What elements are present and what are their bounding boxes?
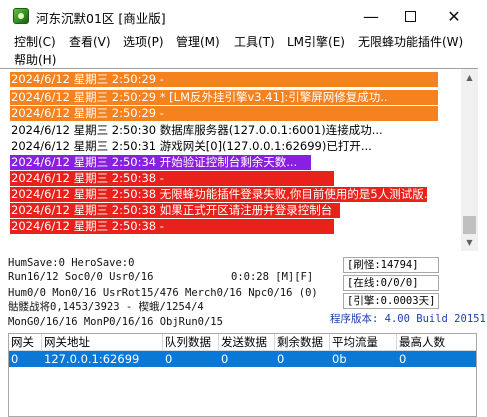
run-stats: Run16/12 Soc0/0 Usr0/16 — [8, 271, 154, 283]
save-stats: HumSave:0 HeroSave:0 — [8, 257, 135, 269]
log-line: 2024/6/12 星期三 2:50:38 - — [10, 219, 334, 234]
menu-view[interactable]: 查看(V) — [69, 34, 111, 50]
table-cell: 0 — [165, 352, 173, 366]
log-line: 2024/6/12 星期三 2:50:29 - — [10, 72, 438, 87]
log-line: 2024/6/12 星期三 2:50:38 - — [10, 171, 334, 186]
column-header[interactable]: 最高人数 — [397, 334, 476, 351]
maximize-button[interactable] — [388, 0, 432, 32]
log-line: 2024/6/12 星期三 2:50:38 无限蜂功能插件登录失败,你目前使用的… — [10, 187, 435, 202]
menu-help[interactable]: 帮助(H) — [14, 52, 56, 68]
table-cell: 127.0.0.1:62699 — [44, 352, 140, 366]
table-cell: 0 — [11, 352, 19, 366]
engine-days-box: [引擎:0.0003天] — [343, 293, 439, 309]
log-scrollbar[interactable]: ▲ ▼ — [461, 69, 478, 251]
menu-tools[interactable]: 工具(T) — [234, 34, 275, 50]
table-cell: 0 — [221, 352, 229, 366]
menu-manage[interactable]: 管理(M) — [176, 34, 220, 50]
scroll-up-arrow-icon[interactable]: ▲ — [461, 69, 478, 86]
menu-plugin[interactable]: 无限蜂功能插件(W) — [358, 34, 463, 50]
scroll-thumb[interactable] — [463, 216, 476, 234]
gateway-table: 网关 网关地址 队列数据 发送数据 剩余数据 平均流量 最高人数 0 127.0… — [8, 333, 477, 417]
log-line: 2024/6/12 星期三 2:50:31 游戏网关[0](127.0.0.1:… — [11, 139, 372, 153]
column-header[interactable]: 网关地址 — [42, 334, 163, 351]
menu-bar: 控制(C) 查看(V) 选项(P) 管理(M) 工具(T) LM引擎(E) 无限… — [0, 32, 487, 68]
log-line: 2024/6/12 星期三 2:50:29 * [LM反外挂引擎v3.41]:引… — [10, 90, 438, 105]
hum-stats: Hum0/0 Mon0/16 UsrRot15/476 Merch0/16 Np… — [8, 287, 318, 299]
window-title: 河东沉默01区 [商业版] — [36, 11, 166, 26]
online-count-box: [在线:0/0/0] — [343, 275, 439, 291]
log-line: 2024/6/12 星期三 2:50:38 如果正式开区请注册并登录控制台 — [10, 203, 340, 218]
column-header[interactable]: 队列数据 — [163, 334, 219, 351]
table-header: 网关 网关地址 队列数据 发送数据 剩余数据 平均流量 最高人数 — [9, 334, 476, 351]
column-header[interactable]: 剩余数据 — [275, 334, 330, 351]
refresh-count-box: [刷怪:14794] — [343, 257, 439, 273]
menu-control[interactable]: 控制(C) — [14, 34, 56, 50]
app-icon — [13, 8, 29, 24]
scroll-down-arrow-icon[interactable]: ▼ — [461, 234, 478, 251]
close-button[interactable]: ✕ — [432, 0, 476, 32]
log-line: 2024/6/12 星期三 2:50:30 数据库服务器(127.0.0.1:6… — [11, 123, 383, 137]
log-panel: 2024/6/12 星期三 2:50:29 - 2024/6/12 星期三 2:… — [0, 68, 478, 251]
program-version: 程序版本: 4.00 Build 20151104 — [330, 313, 487, 325]
column-header[interactable]: 网关 — [9, 334, 42, 351]
menu-lm-engine[interactable]: LM引擎(E) — [287, 34, 345, 50]
table-cell: 0 — [277, 352, 285, 366]
column-header[interactable]: 平均流量 — [330, 334, 397, 351]
mon-gen-stats: MonG0/16/16 MonP0/16/16 ObjRun0/15 — [8, 316, 223, 328]
minimize-icon: — — [363, 6, 379, 26]
title-bar: 河东沉默01区 [商业版] — ✕ — [0, 0, 487, 32]
log-line: 2024/6/12 星期三 2:50:34 开始验证控制台剩余天数... — [10, 155, 311, 170]
maximize-icon — [404, 10, 416, 22]
runtime: 0:0:28 [M][F] — [231, 271, 314, 283]
menu-options[interactable]: 选项(P) — [123, 34, 164, 50]
minimize-button[interactable]: — — [349, 0, 393, 32]
table-cell: 0 — [399, 352, 407, 366]
column-header[interactable]: 发送数据 — [219, 334, 275, 351]
table-cell: 0b — [332, 352, 347, 366]
close-icon: ✕ — [447, 6, 461, 26]
table-row[interactable]: 0 127.0.0.1:62699 0 0 0 0b 0 — [9, 351, 476, 367]
monster-stats: 骷髅战将0,1453/3923 - 楔蛾/1254/4 — [8, 301, 204, 313]
log-line: 2024/6/12 星期三 2:50:29 - — [10, 106, 438, 121]
